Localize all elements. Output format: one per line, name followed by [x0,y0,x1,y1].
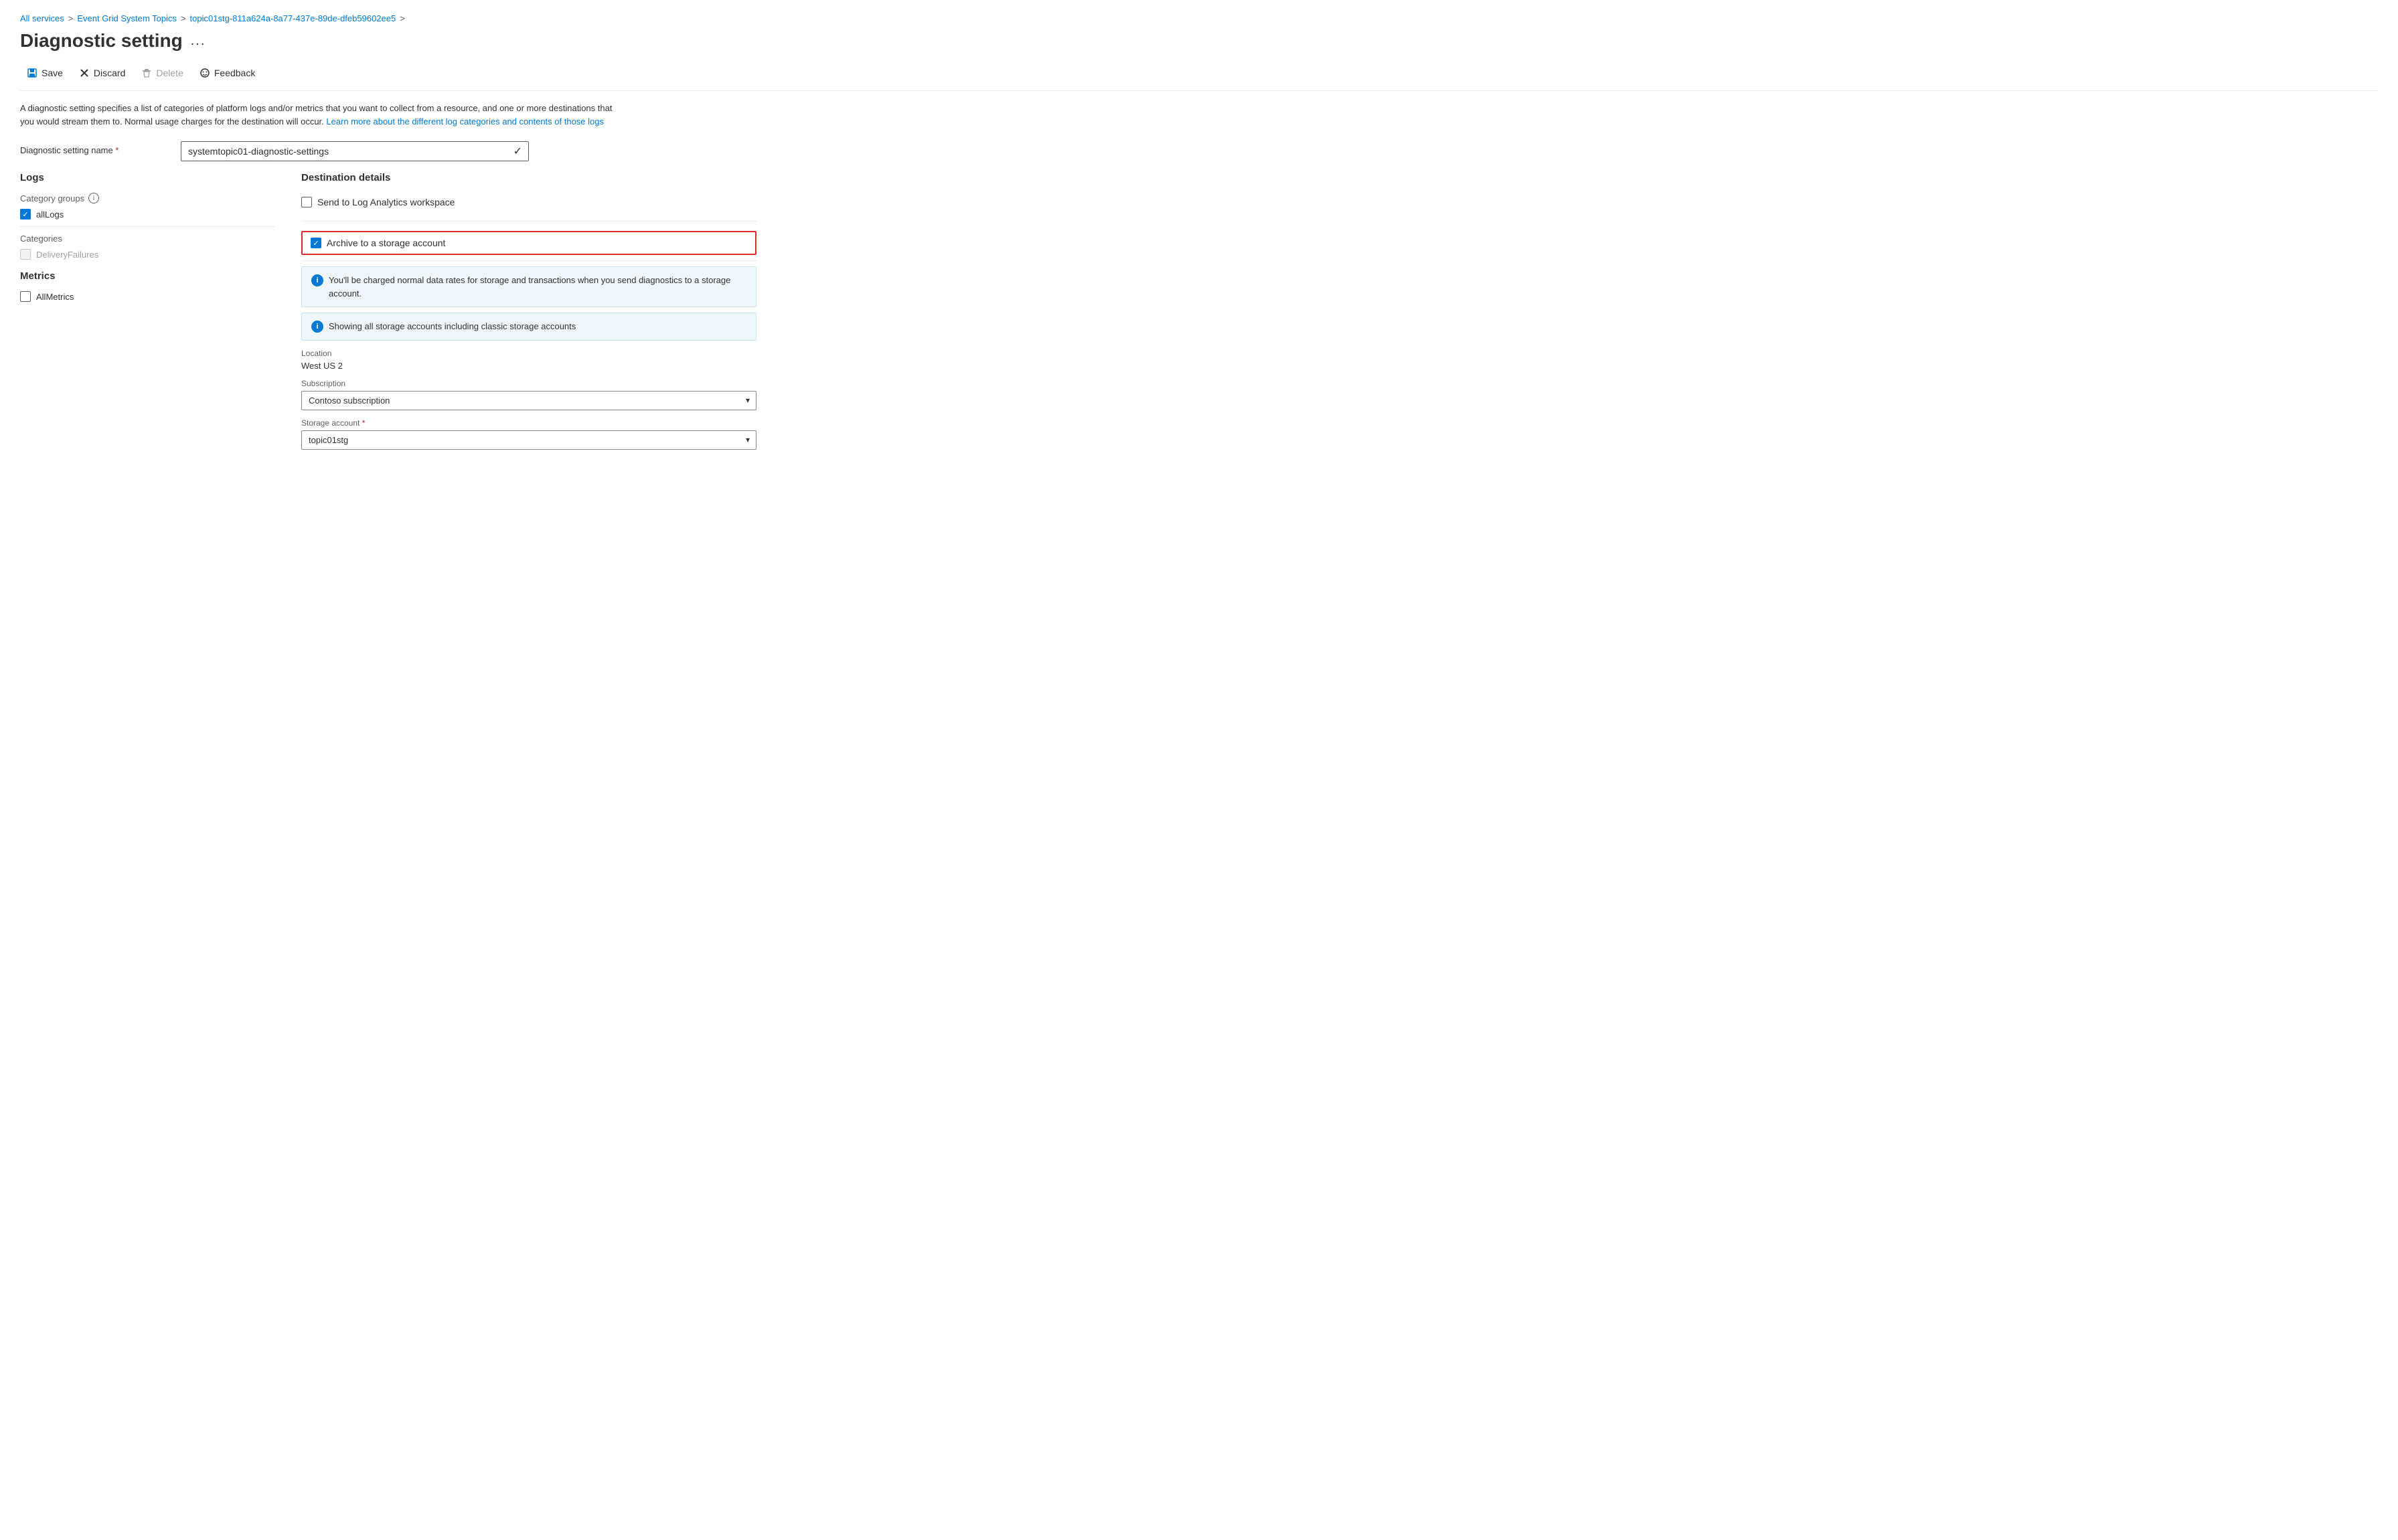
storage-account-select-wrapper: topic01stg ▾ [301,430,756,450]
allMetrics-checkbox[interactable] [20,291,31,302]
storage-info-banner-1: i You'll be charged normal data rates fo… [301,266,756,307]
archive-storage-container: ✓ Archive to a storage account i You'll … [301,231,756,450]
destination-details-title: Destination details [301,172,756,183]
subscription-label: Subscription [301,379,756,388]
subscription-field-group: Subscription Contoso subscription ▾ [301,379,756,410]
categories-section: Categories DeliveryFailures [20,234,274,260]
feedback-button[interactable]: Feedback [193,64,262,82]
deliveryFailures-checkbox-row: DeliveryFailures [20,249,274,260]
breadcrumb-sep-2: > [181,13,186,23]
category-groups-label: Category groups i [20,193,274,203]
diagnostic-setting-name-input-wrapper: ✓ [181,141,529,161]
allLogs-checkbox-row: ✓ allLogs [20,209,274,220]
allLogs-label[interactable]: allLogs [36,209,64,220]
input-check-icon: ✓ [513,145,522,158]
log-analytics-label: Send to Log Analytics workspace [317,197,455,207]
archive-storage-label: Archive to a storage account [327,238,445,248]
categories-label: Categories [20,234,274,244]
breadcrumb-all-services[interactable]: All services [20,13,64,23]
storage-account-select[interactable]: topic01stg [301,430,756,450]
breadcrumb: All services > Event Grid System Topics … [20,13,2378,23]
description-section: A diagnostic setting specifies a list of… [20,102,623,128]
location-field-group: Location West US 2 [301,349,756,371]
toolbar: Save Discard Delete [20,64,2378,91]
location-value: West US 2 [301,361,756,371]
left-column: Logs Category groups i ✓ allLogs Categor… [20,172,274,450]
page-title: Diagnostic setting [20,30,183,52]
storage-account-label: Storage account * [301,418,756,428]
subscription-select-wrapper: Contoso subscription ▾ [301,391,756,410]
delete-icon [141,68,152,78]
logs-section-title: Logs [20,172,274,183]
storage-info-banner-2: i Showing all storage accounts including… [301,313,756,341]
storage-info-icon-2: i [311,321,323,333]
diagnostic-setting-name-row: Diagnostic setting name * ✓ [20,141,569,161]
two-col-layout: Logs Category groups i ✓ allLogs Categor… [20,172,2378,450]
diagnostic-setting-name-label: Diagnostic setting name * [20,141,167,155]
discard-icon [79,68,90,78]
archive-storage-checkbox[interactable]: ✓ [311,238,321,248]
storage-info-text-1: You'll be charged normal data rates for … [329,274,746,300]
dest-divider-2 [301,260,756,261]
breadcrumb-sep-3: > [400,13,405,23]
diagnostic-setting-name-input[interactable] [181,141,529,161]
feedback-icon [199,68,210,78]
required-marker: * [115,145,118,155]
breadcrumb-topic[interactable]: topic01stg-811a624a-8a77-437e-89de-dfeb5… [190,13,396,23]
storage-account-field-group: Storage account * topic01stg ▾ [301,418,756,450]
description-link[interactable]: Learn more about the different log categ… [326,116,604,126]
metrics-section-title: Metrics [20,270,274,282]
delete-button[interactable]: Delete [135,64,189,82]
discard-button[interactable]: Discard [72,64,132,82]
breadcrumb-sep-1: > [68,13,74,23]
logs-divider [20,226,274,227]
save-icon [27,68,37,78]
storage-info-text-2: Showing all storage accounts including c… [329,320,576,333]
page-title-row: Diagnostic setting ... [20,30,2378,52]
ellipsis-button[interactable]: ... [191,33,206,49]
destination-section: Send to Log Analytics workspace ✓ Archiv… [301,193,756,450]
storage-info-icon-1: i [311,274,323,286]
category-groups-info-icon[interactable]: i [88,193,99,203]
archive-storage-box: ✓ Archive to a storage account [301,231,756,255]
log-analytics-dest-item: Send to Log Analytics workspace [301,193,756,211]
allMetrics-label[interactable]: AllMetrics [36,292,74,302]
location-label: Location [301,349,756,358]
deliveryFailures-label: DeliveryFailures [36,250,98,260]
save-label: Save [42,68,63,78]
allLogs-checkbox[interactable]: ✓ [20,209,31,220]
storage-required-marker: * [362,418,366,428]
discard-label: Discard [94,68,125,78]
dest-divider-1 [301,221,756,222]
allMetrics-checkbox-row: AllMetrics [20,291,274,302]
breadcrumb-event-grid[interactable]: Event Grid System Topics [77,13,177,23]
feedback-label: Feedback [214,68,255,78]
right-column: Destination details Send to Log Analytic… [301,172,756,450]
deliveryFailures-checkbox [20,249,31,260]
log-analytics-checkbox[interactable] [301,197,312,207]
delete-label: Delete [156,68,183,78]
logs-section: Logs Category groups i ✓ allLogs Categor… [20,172,274,260]
save-button[interactable]: Save [20,64,70,82]
subscription-select[interactable]: Contoso subscription [301,391,756,410]
metrics-section: Metrics AllMetrics [20,270,274,302]
